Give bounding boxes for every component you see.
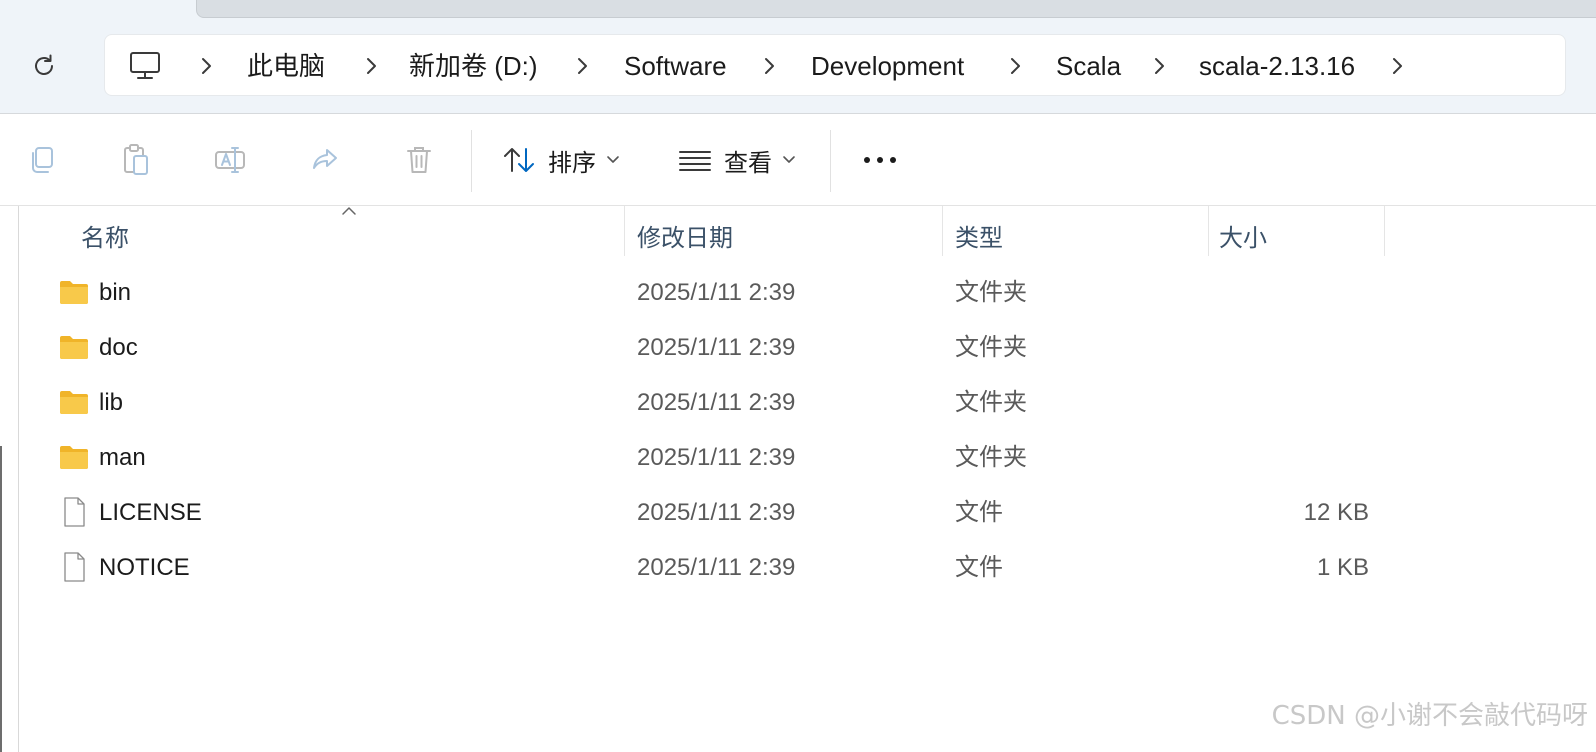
folder-icon <box>60 391 88 414</box>
file-list: 名称 修改日期 类型 大小 bin 2025/1/11 2:39 文件夹 doc… <box>18 206 1596 752</box>
column-header-modified[interactable]: 修改日期 <box>637 218 733 253</box>
column-header: 名称 修改日期 类型 大小 <box>19 206 1596 258</box>
table-row[interactable]: LICENSE 2025/1/11 2:39 文件 12 KB <box>19 486 1596 541</box>
chevron-right-icon[interactable] <box>360 55 382 77</box>
file-modified: 2025/1/11 2:39 <box>637 389 796 416</box>
tab-strip <box>0 0 1596 20</box>
command-bar: 排序 查看 <box>0 114 1596 206</box>
table-row[interactable]: lib 2025/1/11 2:39 文件夹 <box>19 376 1596 431</box>
file-name[interactable]: LICENSE <box>99 498 202 528</box>
watermark: CSDN @小谢不会敲代码呀 <box>1271 701 1588 731</box>
file-type: 文件夹 <box>955 444 1027 471</box>
chevron-right-icon[interactable] <box>195 55 217 77</box>
table-row[interactable]: doc 2025/1/11 2:39 文件夹 <box>19 321 1596 376</box>
chevron-right-icon[interactable] <box>1148 55 1170 77</box>
file-name[interactable]: bin <box>99 278 131 308</box>
file-type: 文件夹 <box>955 334 1027 361</box>
view-button[interactable]: 查看 <box>678 136 796 184</box>
share-button[interactable] <box>305 140 345 180</box>
file-modified: 2025/1/11 2:39 <box>637 334 796 361</box>
breadcrumb-item-development[interactable]: Development <box>811 49 964 83</box>
more-icon <box>864 157 896 163</box>
trash-icon <box>407 147 431 173</box>
table-row[interactable]: man 2025/1/11 2:39 文件夹 <box>19 431 1596 486</box>
tab[interactable] <box>196 0 1596 18</box>
file-name[interactable]: NOTICE <box>99 553 190 583</box>
file-size: 12 KB <box>1303 499 1369 526</box>
folder-icon <box>60 446 88 469</box>
view-list-icon <box>679 151 711 171</box>
column-divider[interactable] <box>1208 206 1209 256</box>
file-name[interactable]: lib <box>99 388 123 418</box>
chevron-right-icon[interactable] <box>758 55 780 77</box>
sort-label: 排序 <box>548 149 596 177</box>
table-row[interactable]: NOTICE 2025/1/11 2:39 文件 1 KB <box>19 541 1596 596</box>
clipboard-icon <box>124 144 148 175</box>
sort-ascending-icon <box>342 207 356 215</box>
view-label: 查看 <box>724 149 772 177</box>
file-modified: 2025/1/11 2:39 <box>637 554 796 581</box>
breadcrumb: 此电脑 新加卷 (D:) Software Development Scala … <box>105 35 1565 97</box>
column-divider[interactable] <box>624 206 625 256</box>
rename-button[interactable] <box>210 140 250 180</box>
refresh-button[interactable] <box>24 48 64 84</box>
column-divider[interactable] <box>942 206 943 256</box>
file-name[interactable]: doc <box>99 333 138 363</box>
file-modified: 2025/1/11 2:39 <box>637 499 796 526</box>
file-name[interactable]: man <box>99 443 146 473</box>
address-row: 此电脑 新加卷 (D:) Software Development Scala … <box>0 20 1596 114</box>
divider <box>471 130 472 192</box>
file-icon <box>64 497 85 527</box>
chevron-right-icon[interactable] <box>1004 55 1026 77</box>
copy-icon <box>32 147 53 173</box>
breadcrumb-item-scala-version[interactable]: scala-2.13.16 <box>1199 49 1355 83</box>
breadcrumb-item-software[interactable]: Software <box>624 49 727 83</box>
chevron-down-icon <box>783 156 795 163</box>
column-header-type[interactable]: 类型 <box>955 218 1003 253</box>
sort-icon <box>504 148 534 172</box>
file-type: 文件 <box>955 554 1003 581</box>
delete-button[interactable] <box>399 140 439 180</box>
folder-icon <box>60 336 88 359</box>
chevron-down-icon <box>607 156 619 163</box>
table-row[interactable]: bin 2025/1/11 2:39 文件夹 <box>19 266 1596 321</box>
file-icon <box>64 552 85 582</box>
share-icon <box>313 149 337 169</box>
file-modified: 2025/1/11 2:39 <box>637 444 796 471</box>
divider <box>830 130 831 192</box>
computer-icon[interactable] <box>127 51 163 81</box>
chevron-right-icon[interactable] <box>571 55 593 77</box>
file-size: 1 KB <box>1316 554 1369 581</box>
left-edge <box>0 446 2 752</box>
file-type: 文件夹 <box>955 389 1027 416</box>
more-options-button[interactable] <box>858 140 902 180</box>
refresh-icon <box>35 54 53 75</box>
column-header-name[interactable]: 名称 <box>81 218 129 253</box>
file-type: 文件夹 <box>955 279 1027 306</box>
sort-button[interactable]: 排序 <box>502 136 620 184</box>
paste-button[interactable] <box>116 140 156 180</box>
breadcrumb-item-this-pc[interactable]: 此电脑 <box>247 49 325 83</box>
copy-button[interactable] <box>22 140 62 180</box>
column-divider[interactable] <box>1384 206 1385 256</box>
chevron-right-icon[interactable] <box>1386 55 1408 77</box>
breadcrumb-item-drive-d[interactable]: 新加卷 (D:) <box>409 49 538 83</box>
file-type: 文件 <box>955 499 1003 526</box>
address-bar[interactable]: 此电脑 新加卷 (D:) Software Development Scala … <box>104 34 1566 96</box>
rename-icon <box>215 147 245 173</box>
file-modified: 2025/1/11 2:39 <box>637 279 796 306</box>
breadcrumb-item-scala[interactable]: Scala <box>1056 49 1121 83</box>
column-header-size[interactable]: 大小 <box>1219 218 1267 253</box>
folder-icon <box>60 281 88 304</box>
